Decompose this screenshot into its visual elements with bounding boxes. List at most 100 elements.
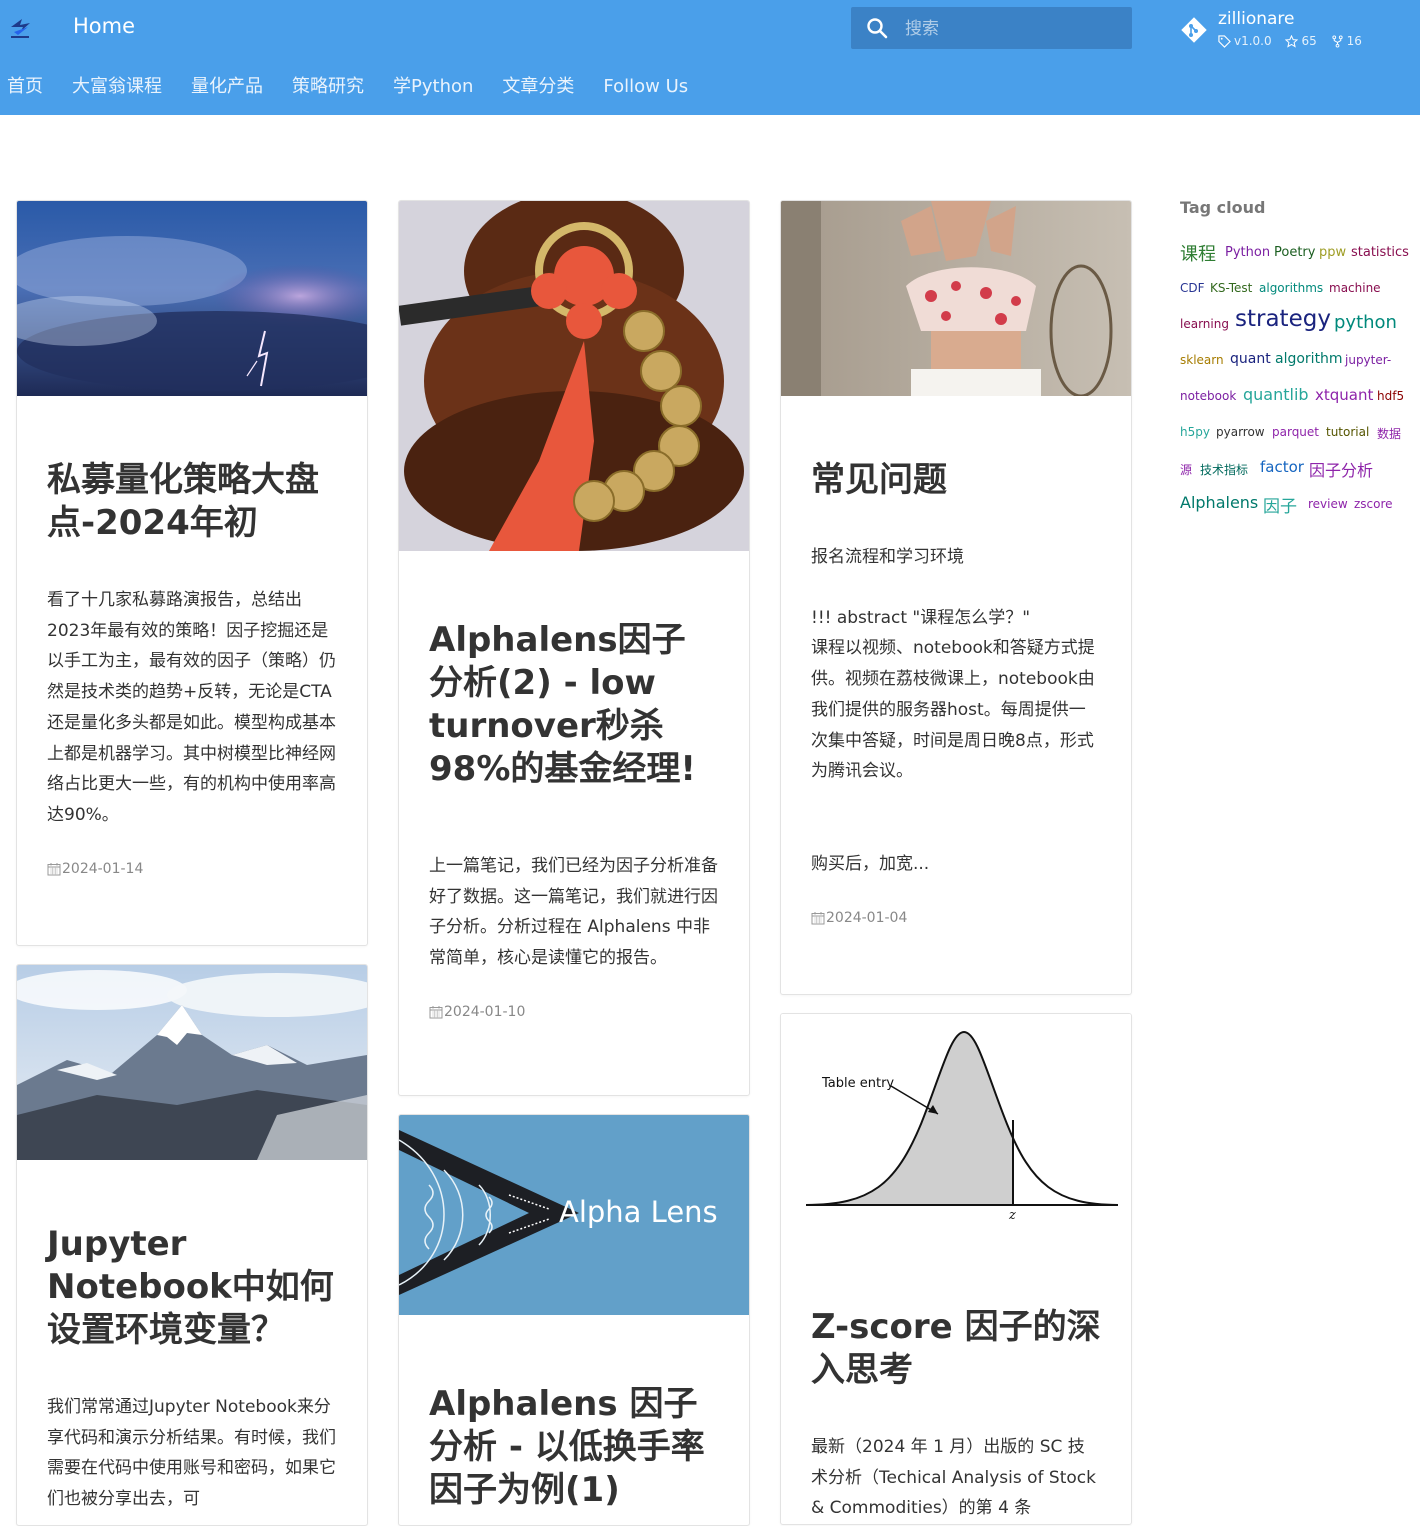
table-entry-label: Table entry bbox=[821, 1076, 894, 1091]
post-thumbnail-mountains[interactable] bbox=[17, 965, 367, 1160]
calendar-icon bbox=[811, 911, 825, 925]
post-thumbnail-normal-curve[interactable]: Table entry z bbox=[781, 1014, 1131, 1254]
tag[interactable]: factor bbox=[1260, 458, 1304, 476]
post-card[interactable]: Table entry z Z-score 因子的深入思考 最新（2024 年 … bbox=[780, 1013, 1132, 1525]
tab-home[interactable]: 首页 bbox=[7, 72, 43, 98]
post-title[interactable]: Alphalens因子分析(2) - low turnover秒杀98%的基金经… bbox=[429, 619, 719, 791]
tag-icon bbox=[1218, 34, 1231, 48]
tag[interactable]: CDF bbox=[1180, 281, 1205, 295]
tag-cloud-title: Tag cloud bbox=[1180, 198, 1266, 217]
tab-categories[interactable]: 文章分类 bbox=[502, 72, 574, 98]
tag[interactable]: strategy bbox=[1235, 306, 1331, 332]
tag[interactable]: 源 bbox=[1180, 461, 1192, 478]
post-card[interactable]: Alpha Lens Alphalens 因子分析 - 以低换手率因子为例(1) bbox=[398, 1114, 750, 1526]
git-icon bbox=[1181, 17, 1207, 43]
tag[interactable]: 课程 bbox=[1180, 240, 1216, 266]
tag[interactable]: KS-Test bbox=[1210, 281, 1252, 295]
post-body: Alphalens因子分析(2) - low turnover秒杀98%的基金经… bbox=[399, 619, 749, 1020]
site-title[interactable]: Home bbox=[73, 14, 135, 38]
tag[interactable]: learning bbox=[1180, 317, 1229, 331]
post-card[interactable]: 私募量化策略大盘点-2024年初 看了十几家私募路演报告，总结出2023年最有效… bbox=[16, 200, 368, 946]
search-icon[interactable] bbox=[865, 16, 889, 40]
site-logo-icon[interactable] bbox=[8, 15, 34, 41]
post-thumbnail-portrait[interactable] bbox=[781, 201, 1131, 396]
tab-courses[interactable]: 大富翁课程 bbox=[72, 72, 162, 98]
repo-link[interactable]: zillionare v1.0.0 65 16 bbox=[1180, 8, 1415, 53]
post-title[interactable]: 常见问题 bbox=[811, 459, 1101, 502]
alpha-lens-image-text: Alpha Lens bbox=[559, 1195, 718, 1229]
post-excerpt-line: 报名流程和学习环境 bbox=[811, 547, 964, 567]
post-body: Jupyter Notebook中如何设置环境变量？ 我们常常通过Jupyter… bbox=[17, 1223, 367, 1515]
tag[interactable]: 因子分析 bbox=[1309, 457, 1373, 481]
repo-version: v1.0.0 bbox=[1218, 34, 1272, 48]
post-date: 2024-01-04 bbox=[811, 910, 1101, 926]
tag[interactable]: parquet bbox=[1272, 425, 1319, 439]
post-thumbnail-chinese-knot[interactable] bbox=[399, 201, 749, 551]
post-date-text: 2024-01-10 bbox=[444, 1003, 526, 1020]
post-date-text: 2024-01-14 bbox=[62, 860, 144, 877]
tag[interactable]: statistics bbox=[1351, 245, 1409, 260]
tag[interactable]: hdf5 bbox=[1377, 389, 1404, 403]
tag[interactable]: xtquant bbox=[1315, 386, 1373, 404]
tag[interactable]: algorithm bbox=[1275, 351, 1343, 367]
tag[interactable]: quant bbox=[1230, 351, 1271, 367]
post-title[interactable]: Jupyter Notebook中如何设置环境变量？ bbox=[47, 1223, 337, 1352]
search-input[interactable] bbox=[903, 13, 1117, 45]
repo-name: zillionare bbox=[1218, 9, 1295, 29]
tag[interactable]: tutorial bbox=[1326, 425, 1369, 439]
tag[interactable]: 技术指标 bbox=[1200, 461, 1248, 478]
tag[interactable]: algorithms bbox=[1259, 281, 1323, 295]
tab-learn-python[interactable]: 学Python bbox=[393, 72, 473, 98]
repo-version-label: v1.0.0 bbox=[1234, 34, 1272, 48]
tag[interactable]: pyarrow bbox=[1216, 425, 1265, 439]
tag[interactable]: h5py bbox=[1180, 425, 1210, 439]
repo-facts: v1.0.0 65 16 bbox=[1218, 34, 1372, 51]
post-body: 私募量化策略大盘点-2024年初 看了十几家私募路演报告，总结出2023年最有效… bbox=[17, 459, 367, 877]
post-title[interactable]: 私募量化策略大盘点-2024年初 bbox=[47, 459, 337, 545]
post-excerpt-line: 课程以视频、notebook和答疑方式提供。视频在荔枝微课上，notebook由… bbox=[811, 638, 1095, 782]
tag[interactable]: 因子 bbox=[1263, 492, 1297, 517]
post-card[interactable]: Alphalens因子分析(2) - low turnover秒杀98%的基金经… bbox=[398, 200, 750, 1096]
star-icon bbox=[1285, 34, 1299, 48]
post-excerpt-line: !!! abstract "课程怎么学？" bbox=[811, 607, 1031, 628]
tag[interactable]: Alphalens bbox=[1180, 493, 1258, 512]
post-card[interactable]: Jupyter Notebook中如何设置环境变量？ 我们常常通过Jupyter… bbox=[16, 964, 368, 1526]
post-body: Z-score 因子的深入思考 最新（2024 年 1 月）出版的 SC 技术分… bbox=[781, 1306, 1131, 1524]
post-excerpt-line: 购买后，加宽... bbox=[811, 853, 930, 874]
tag[interactable]: 数据 bbox=[1377, 425, 1401, 442]
tab-products[interactable]: 量化产品 bbox=[191, 72, 263, 98]
post-body: Alphalens 因子分析 - 以低换手率因子为例(1) bbox=[399, 1383, 749, 1512]
post-card[interactable]: 常见问题 报名流程和学习环境 !!! abstract "课程怎么学？" 课程以… bbox=[780, 200, 1132, 995]
post-title[interactable]: Alphalens 因子分析 - 以低换手率因子为例(1) bbox=[429, 1383, 719, 1512]
post-date: 2024-01-14 bbox=[47, 861, 337, 877]
z-label: z bbox=[1008, 1208, 1016, 1223]
tag[interactable]: jupyter- bbox=[1345, 353, 1391, 367]
post-thumbnail-storm[interactable] bbox=[17, 201, 367, 396]
tag[interactable]: Python bbox=[1225, 245, 1270, 260]
tag[interactable]: machine bbox=[1329, 281, 1381, 295]
post-excerpt: 看了十几家私募路演报告，总结出2023年最有效的策略！因子挖掘还是以手工为主，最… bbox=[47, 590, 336, 825]
top-header: Home zillionare v1.0.0 65 bbox=[0, 0, 1420, 115]
post-body: 常见问题 报名流程和学习环境 !!! abstract "课程怎么学？" 课程以… bbox=[781, 459, 1131, 926]
tag[interactable]: sklearn bbox=[1180, 353, 1224, 367]
tag[interactable]: notebook bbox=[1180, 389, 1236, 403]
post-thumbnail-alpha-lens[interactable]: Alpha Lens bbox=[399, 1115, 749, 1315]
tab-strategy-research[interactable]: 策略研究 bbox=[292, 72, 364, 98]
search-box[interactable] bbox=[851, 7, 1132, 49]
repo-forks-count: 16 bbox=[1346, 34, 1362, 48]
tag[interactable]: zscore bbox=[1354, 497, 1393, 511]
tag[interactable]: python bbox=[1334, 312, 1397, 333]
tab-follow-us[interactable]: Follow Us bbox=[603, 76, 688, 97]
post-date-text: 2024-01-04 bbox=[826, 909, 908, 926]
tag[interactable]: quantlib bbox=[1243, 385, 1309, 404]
repo-stars: 65 bbox=[1285, 34, 1317, 48]
nav-tabs: 首页 大富翁课程 量化产品 策略研究 学Python 文章分类 Follow Us bbox=[0, 72, 710, 108]
tag[interactable]: ppw bbox=[1319, 245, 1346, 260]
post-title[interactable]: Z-score 因子的深入思考 bbox=[811, 1306, 1101, 1392]
post-excerpt: 最新（2024 年 1 月）出版的 SC 技术分析（Techical Analy… bbox=[811, 1437, 1096, 1519]
calendar-icon bbox=[429, 1005, 443, 1019]
tag[interactable]: Poetry bbox=[1274, 245, 1315, 260]
repo-stars-count: 65 bbox=[1301, 34, 1317, 48]
post-excerpt: 上一篇笔记，我们已经为因子分析准备好了数据。这一篇笔记，我们就进行因子分析。分析… bbox=[429, 856, 718, 969]
tag[interactable]: review bbox=[1308, 497, 1348, 511]
